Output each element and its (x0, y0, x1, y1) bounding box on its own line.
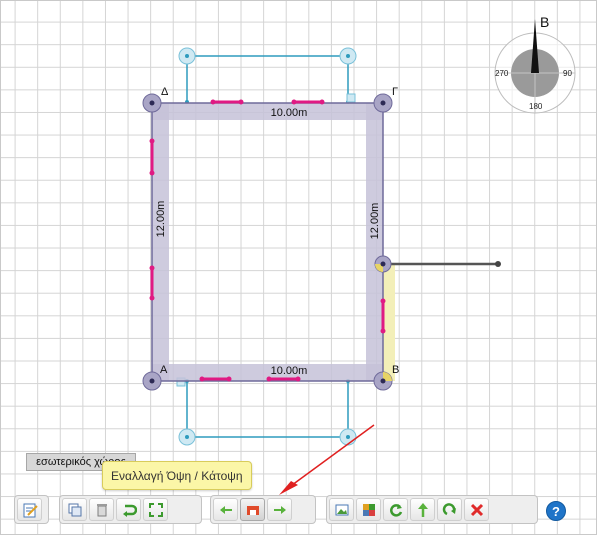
copy-icon (68, 503, 81, 516)
delete-button[interactable] (89, 498, 114, 521)
opening-end (149, 265, 155, 271)
opening-end (380, 328, 386, 334)
balcony-node-dot (346, 54, 350, 58)
opening-end (210, 99, 216, 105)
openings[interactable] (149, 99, 386, 382)
opening-end (295, 376, 301, 382)
corner-label-se: Β (392, 364, 399, 376)
redo-button[interactable] (437, 498, 462, 521)
walls[interactable] (151, 102, 384, 382)
opening-end (149, 170, 155, 176)
opening-end (266, 376, 272, 382)
plan-view-icon (246, 505, 259, 515)
previous-button[interactable] (213, 498, 238, 521)
close-x-icon (470, 503, 483, 516)
corner-label-ne: Γ (392, 86, 398, 98)
rotate-button[interactable] (116, 498, 141, 521)
node-dot (380, 378, 386, 384)
dimension-bottom: 10.00m (271, 365, 308, 377)
toggle-view-button[interactable] (240, 498, 265, 521)
corner-label-sw: Α (160, 364, 168, 376)
opening-end (319, 99, 325, 105)
dimension-right: 12.00m (369, 203, 381, 240)
image-icon (335, 504, 348, 515)
arrow-left-icon (219, 505, 232, 514)
tooltip: Εναλλαγή Όψη / Κάτοψη (102, 461, 252, 490)
node-dot (149, 378, 155, 384)
opening-end (149, 295, 155, 301)
wall-left[interactable] (152, 103, 169, 381)
compass-label-90: 90 (563, 69, 572, 78)
opening-end (149, 138, 155, 144)
balcony-node-dot (346, 435, 350, 439)
node-dot (380, 261, 386, 267)
texture-icon (362, 503, 375, 516)
toolbar-group-view (210, 495, 316, 524)
help-button[interactable]: ? (546, 501, 566, 521)
arrow-up-icon (417, 502, 428, 517)
bottom-balcony-outline (186, 381, 349, 438)
top-balcony[interactable] (178, 47, 357, 104)
toolbar-group-actions (326, 495, 538, 524)
compass-label-180: 180 (529, 102, 543, 111)
opening-end (291, 99, 297, 105)
green-rotate-icon (122, 504, 137, 517)
trash-icon (96, 503, 107, 516)
wall-right[interactable] (366, 103, 383, 381)
drawing-area[interactable]: Δ Γ Β Α 10.00m 10.00m 12.00m 12.00m Β 27… (0, 0, 597, 535)
refresh-icon (389, 503, 402, 517)
arrow-right-icon (273, 505, 286, 514)
fit-screen-icon (148, 502, 163, 517)
redo-icon (442, 502, 456, 515)
texture-button[interactable] (356, 498, 381, 521)
dimension-left: 12.00m (155, 201, 167, 238)
close-button[interactable] (464, 498, 489, 521)
opening-end (226, 376, 232, 382)
edit-button[interactable] (17, 498, 42, 521)
opening-end (199, 376, 205, 382)
balcony-handle[interactable] (346, 93, 356, 103)
wall-outer-line (151, 102, 384, 382)
opening-end (380, 298, 386, 304)
balcony-node-dot (185, 435, 189, 439)
annotation-arrow (279, 424, 375, 495)
split-handle-end[interactable] (495, 261, 501, 267)
compass[interactable]: Β 270 90 180 (494, 14, 576, 114)
opening-end (238, 99, 244, 105)
edit-document-icon (23, 503, 38, 517)
toolbar-group-tools (59, 495, 202, 524)
arrow-line (287, 424, 375, 489)
balcony-node-dot (185, 54, 189, 58)
bottom-balcony[interactable] (176, 377, 357, 446)
move-up-button[interactable] (410, 498, 435, 521)
top-balcony-outline (186, 55, 349, 103)
refresh-button[interactable] (383, 498, 408, 521)
wall-top[interactable] (152, 103, 383, 120)
node-dot (149, 100, 155, 106)
bottom-toolbar: ? (1, 491, 596, 534)
image-button[interactable] (329, 498, 354, 521)
fit-screen-button[interactable] (143, 498, 168, 521)
compass-label-270: 270 (495, 69, 509, 78)
corner-label-nw: Δ (161, 86, 169, 98)
next-button[interactable] (267, 498, 292, 521)
copy-button[interactable] (62, 498, 87, 521)
toolbar-group-edit (14, 495, 49, 524)
node-dot (380, 100, 386, 106)
dimension-top: 10.00m (271, 107, 308, 119)
corner-nodes[interactable] (142, 93, 393, 391)
compass-north-label: Β (540, 14, 549, 30)
